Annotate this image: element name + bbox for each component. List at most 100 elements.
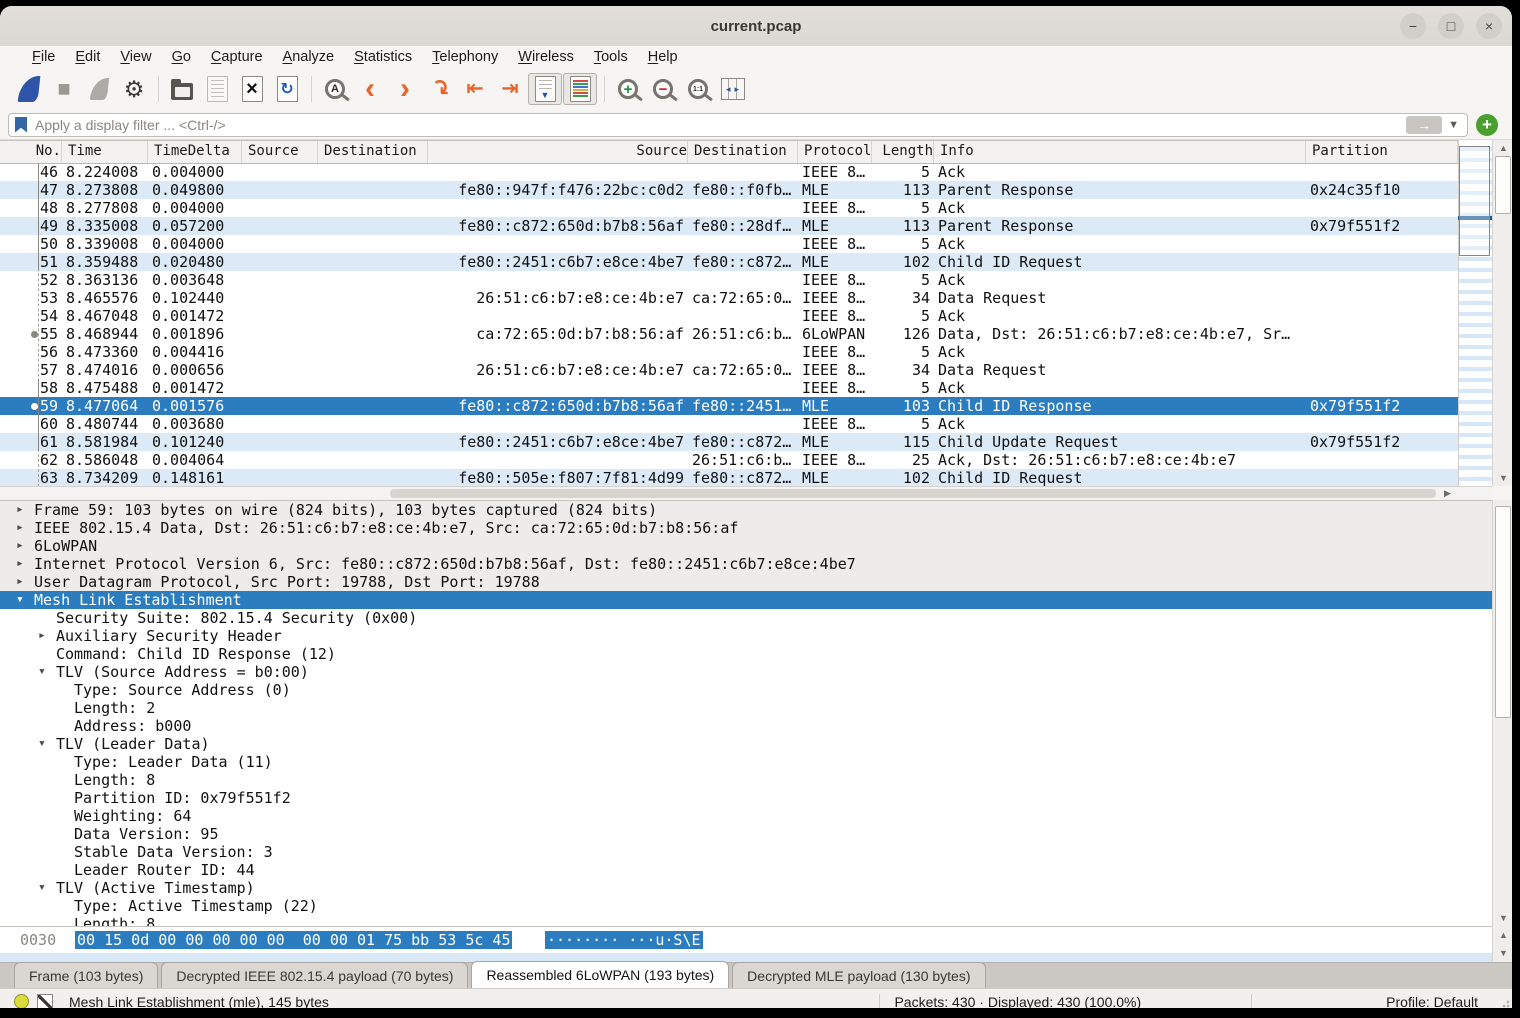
expand-icon[interactable]: ▸	[16, 501, 24, 519]
zoom-100-icon[interactable]	[681, 73, 715, 105]
menu-tools[interactable]: Tools	[584, 49, 638, 65]
minimize-button[interactable]: −	[1400, 13, 1426, 39]
packet-row-63[interactable]: 638.7342090.148161fe80::505e:f807:7f81:4…	[0, 469, 1458, 487]
go-forward-icon[interactable]: ›	[388, 73, 422, 105]
column-header-protocol[interactable]: Protocol	[798, 141, 872, 163]
detail-row[interactable]: ▾TLV (Source Address = b0:00)	[0, 663, 1492, 681]
byte-source-tab[interactable]: Reassembled 6LoWPAN (193 bytes)	[471, 961, 729, 988]
scroll-down-icon[interactable]: ▼	[1493, 913, 1512, 923]
scroll-right-icon[interactable]: ▶	[1444, 488, 1451, 499]
packet-row-52[interactable]: 528.3631360.003648IEEE 8…5Ack	[0, 271, 1458, 289]
detail-row[interactable]: Data Version: 95	[0, 825, 1492, 843]
collapse-icon[interactable]: ▾	[16, 591, 24, 609]
packet-row-60[interactable]: 608.4807440.003680IEEE 8…5Ack	[0, 415, 1458, 433]
detail-row[interactable]: ▾TLV (Leader Data)	[0, 735, 1492, 753]
packet-row-46[interactable]: 468.2240080.004000IEEE 8…5Ack	[0, 163, 1458, 181]
byte-view-scrollbar[interactable]: ▲ ▼	[1492, 926, 1512, 962]
auto-scroll-icon[interactable]	[528, 73, 562, 105]
menu-file[interactable]: File	[22, 49, 65, 65]
packet-row-62[interactable]: 628.5860480.00406426:51:c6:b…IEEE 8…25Ac…	[0, 451, 1458, 469]
detail-row[interactable]: Stable Data Version: 3	[0, 843, 1492, 861]
packet-row-59[interactable]: 598.4770640.001576fe80::c872:650d:b7b8:5…	[0, 397, 1458, 415]
status-profile[interactable]: Profile: Default	[1386, 994, 1478, 1009]
capture-options-icon[interactable]: ⚙	[117, 73, 151, 105]
scroll-down-icon[interactable]: ▼	[1493, 948, 1512, 958]
restart-capture-icon[interactable]	[82, 73, 116, 105]
maximize-button[interactable]: □	[1438, 13, 1464, 39]
resize-grip[interactable]	[1498, 1000, 1510, 1008]
save-file-icon[interactable]	[200, 73, 234, 105]
menu-analyze[interactable]: Analyze	[273, 49, 345, 65]
details-scrollbar[interactable]: ▼	[1492, 500, 1512, 926]
byte-source-tab[interactable]: Decrypted MLE payload (130 bytes)	[732, 962, 985, 988]
packet-row-49[interactable]: 498.3350080.057200fe80::c872:650d:b7b8:5…	[0, 217, 1458, 235]
detail-row[interactable]: ▸Internet Protocol Version 6, Src: fe80:…	[0, 555, 1492, 573]
colorize-icon[interactable]	[563, 73, 597, 105]
packet-row-57[interactable]: 578.4740160.00065626:51:c6:b7:e8:ce:4b:e…	[0, 361, 1458, 379]
column-header-destination[interactable]: Destination	[318, 141, 428, 163]
packet-row-48[interactable]: 488.2778080.004000IEEE 8…5Ack	[0, 199, 1458, 217]
first-packet-icon[interactable]: ⇤	[458, 73, 492, 105]
packet-list-header[interactable]: No.TimeTimeDeltaSourceDestinationSourceD…	[0, 141, 1458, 164]
packet-scroll-thumb[interactable]	[1495, 156, 1511, 214]
column-header-info[interactable]: Info	[934, 141, 1306, 163]
detail-row[interactable]: Type: Leader Data (11)	[0, 753, 1492, 771]
minimap-view-thumb[interactable]	[1459, 146, 1490, 256]
menu-edit[interactable]: Edit	[65, 49, 110, 65]
find-packet-icon[interactable]	[318, 73, 352, 105]
detail-row[interactable]: Type: Source Address (0)	[0, 681, 1492, 699]
close-file-icon[interactable]	[235, 73, 269, 105]
packet-row-58[interactable]: 588.4754880.001472IEEE 8…5Ack	[0, 379, 1458, 397]
zoom-in-icon[interactable]	[611, 73, 645, 105]
hex-bytes-selected[interactable]: 00 15 0d 00 00 00 00 00 00 00 01 75 bb 5…	[75, 931, 512, 949]
menu-capture[interactable]: Capture	[201, 49, 273, 65]
detail-row[interactable]: ▸IEEE 802.15.4 Data, Dst: 26:51:c6:b7:e8…	[0, 519, 1492, 537]
collapse-icon[interactable]: ▾	[38, 735, 46, 753]
display-filter-input[interactable]: Apply a display filter ... <Ctrl-/> → ▼	[8, 113, 1468, 137]
expand-icon[interactable]: ▸	[38, 627, 46, 645]
detail-row[interactable]: Weighting: 64	[0, 807, 1492, 825]
packet-row-54[interactable]: 548.4670480.001472IEEE 8…5Ack	[0, 307, 1458, 325]
packet-row-51[interactable]: 518.3594880.020480fe80::2451:c6b7:e8ce:4…	[0, 253, 1458, 271]
menu-wireless[interactable]: Wireless	[508, 49, 584, 65]
column-header-no[interactable]: No.	[0, 141, 62, 163]
close-button[interactable]: ×	[1476, 13, 1502, 39]
packet-row-47[interactable]: 478.2738080.049800fe80::947f:f476:22bc:c…	[0, 181, 1458, 199]
scroll-up-icon[interactable]: ▲	[1493, 930, 1512, 940]
filter-bookmark-icon[interactable]	[15, 117, 27, 133]
packet-row-50[interactable]: 508.3390080.004000IEEE 8…5Ack	[0, 235, 1458, 253]
column-header-length[interactable]: Length	[872, 141, 934, 163]
menu-statistics[interactable]: Statistics	[344, 49, 422, 65]
expand-icon[interactable]: ▸	[16, 519, 24, 537]
start-capture-icon[interactable]	[12, 73, 46, 105]
menu-view[interactable]: View	[110, 49, 161, 65]
apply-filter-button[interactable]: →	[1406, 116, 1442, 134]
expand-icon[interactable]: ▸	[16, 537, 24, 555]
menu-go[interactable]: Go	[162, 49, 201, 65]
detail-row[interactable]: ▸Auxiliary Security Header	[0, 627, 1492, 645]
detail-row[interactable]: Leader Router ID: 44	[0, 861, 1492, 879]
detail-row[interactable]: ▸User Datagram Protocol, Src Port: 19788…	[0, 573, 1492, 591]
column-header-partition[interactable]: Partition	[1306, 141, 1458, 163]
filter-dropdown-caret[interactable]: ▼	[1448, 119, 1459, 131]
packet-row-56[interactable]: 568.4733600.004416IEEE 8…5Ack	[0, 343, 1458, 361]
detail-row[interactable]: Command: Child ID Response (12)	[0, 645, 1492, 663]
go-back-icon[interactable]: ‹	[353, 73, 387, 105]
collapse-icon[interactable]: ▾	[38, 879, 46, 897]
packet-list-scrollbar[interactable]: ▲ ▼	[1492, 140, 1512, 486]
packet-row-55[interactable]: 558.4689440.001896ca:72:65:0d:b7:b8:56:a…	[0, 325, 1458, 343]
resize-columns-icon[interactable]	[716, 73, 750, 105]
expand-icon[interactable]: ▸	[16, 573, 24, 591]
column-header-time[interactable]: Time	[62, 141, 148, 163]
scroll-up-icon[interactable]: ▲	[1493, 143, 1512, 153]
scroll-down-icon[interactable]: ▼	[1493, 473, 1512, 483]
column-header-source[interactable]: Source	[242, 141, 318, 163]
detail-row[interactable]: Length: 2	[0, 699, 1492, 717]
menu-telephony[interactable]: Telephony	[422, 49, 508, 65]
hscroll-thumb[interactable]	[390, 489, 1436, 498]
detail-row[interactable]: Security Suite: 802.15.4 Security (0x00)	[0, 609, 1492, 627]
titlebar[interactable]: current.pcap − □ ×	[0, 6, 1512, 47]
reload-file-icon[interactable]	[270, 73, 304, 105]
collapse-icon[interactable]: ▾	[38, 663, 46, 681]
detail-row[interactable]: Address: b000	[0, 717, 1492, 735]
